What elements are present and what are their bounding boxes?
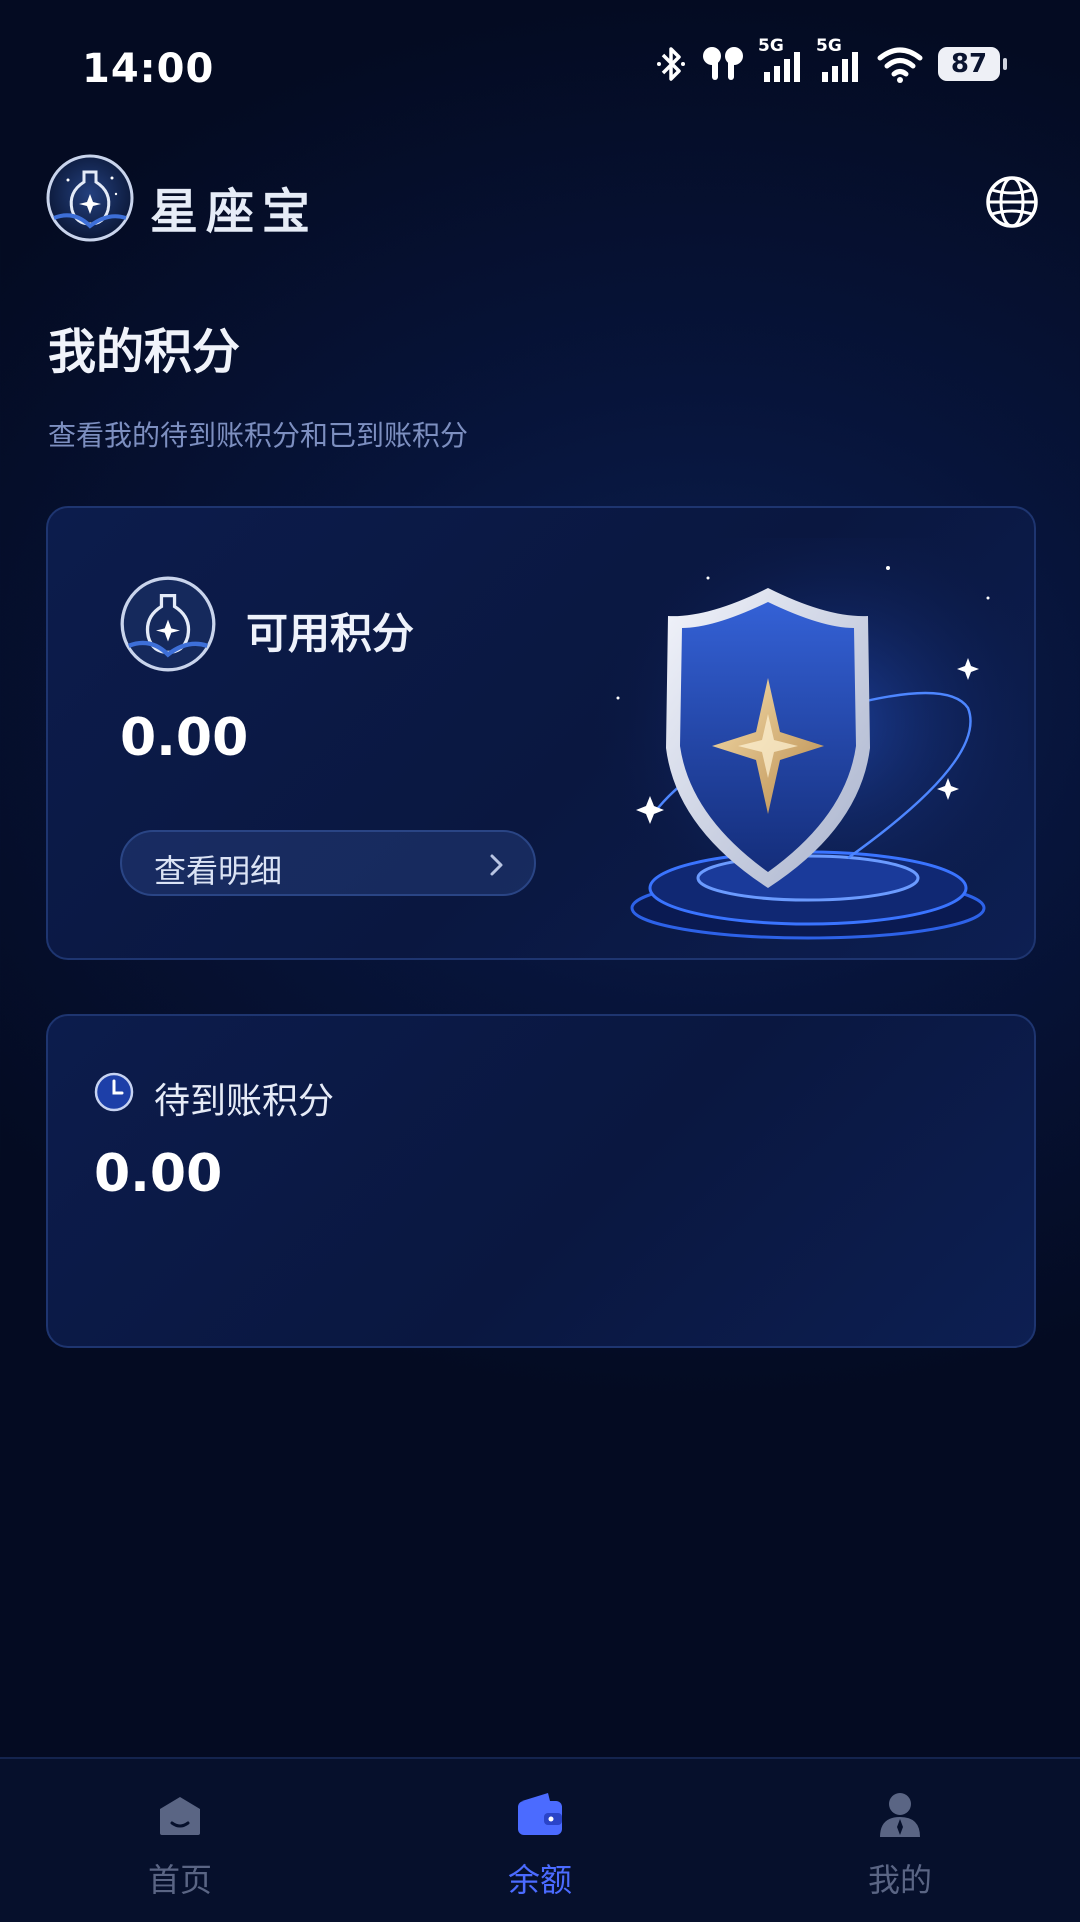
globe-icon[interactable] xyxy=(984,174,1040,230)
pending-points-value: 0.00 xyxy=(94,1144,223,1204)
available-points-label: 可用积分 xyxy=(246,609,415,658)
app-header: 星座宝 xyxy=(0,150,1080,260)
status-bar: 14:00 5G 5G 87 xyxy=(0,0,1080,140)
tab-balance-label: 余额 xyxy=(507,1861,572,1899)
battery-indicator: 87 xyxy=(938,47,1007,81)
pending-points-card: 待到账积分 0.00 xyxy=(46,1014,1036,1348)
chevron-right-icon xyxy=(490,854,503,876)
bottom-tab-bar: 首页 余额 我的 xyxy=(0,1757,1080,1922)
available-points-card: 可用积分 0.00 查看明细 xyxy=(46,506,1036,960)
view-details-button[interactable]: 查看明细 xyxy=(120,830,536,896)
tab-balance[interactable]: 余额 xyxy=(440,1759,640,1922)
wallet-icon xyxy=(518,1793,562,1835)
page-subtitle: 查看我的待到账积分和已到账积分 xyxy=(48,419,469,452)
signal-icon-1: 5G xyxy=(758,36,804,84)
home-icon xyxy=(160,1797,200,1835)
tab-mine-label: 我的 xyxy=(867,1861,932,1899)
view-details-label: 查看明细 xyxy=(154,852,283,890)
tab-mine[interactable]: 我的 xyxy=(800,1759,1000,1922)
status-time: 14:00 xyxy=(82,46,215,92)
status-icons: 5G 5G 87 xyxy=(656,36,1007,84)
bluetooth-icon xyxy=(657,47,685,81)
page-title: 我的积分 xyxy=(48,324,241,380)
shield-star-illustration xyxy=(588,538,1028,948)
wifi-icon xyxy=(877,47,923,83)
signal-icon-2: 5G xyxy=(816,36,862,84)
constellation-bottle-logo-icon xyxy=(120,576,216,672)
constellation-bottle-logo-icon xyxy=(46,154,134,242)
brand-name: 星座宝 xyxy=(150,184,319,240)
user-icon xyxy=(880,1793,920,1837)
clock-icon xyxy=(94,1072,134,1112)
pending-points-label: 待到账积分 xyxy=(154,1081,335,1122)
available-points-value: 0.00 xyxy=(120,708,249,768)
tab-home-label: 首页 xyxy=(147,1861,212,1899)
tab-home[interactable]: 首页 xyxy=(80,1759,280,1922)
earbuds-icon xyxy=(703,47,743,80)
